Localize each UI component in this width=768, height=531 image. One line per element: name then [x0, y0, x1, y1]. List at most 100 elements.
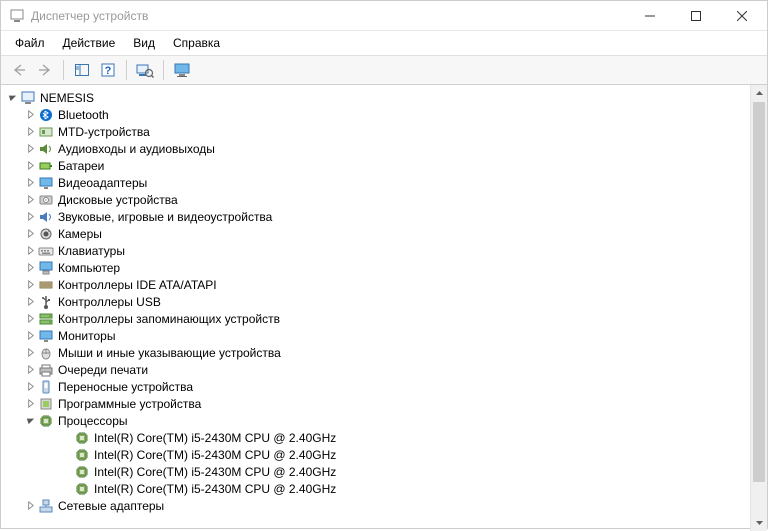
scan-hardware-button[interactable] [133, 59, 157, 81]
tree-device-cpu[interactable]: Intel(R) Core(TM) i5-2430M CPU @ 2.40GHz [3, 463, 750, 480]
tree-device-cpu[interactable]: Intel(R) Core(TM) i5-2430M CPU @ 2.40GHz [3, 429, 750, 446]
titlebar: Диспетчер устройств [1, 1, 767, 31]
cpu-icon [74, 481, 90, 497]
help-button[interactable]: ? [96, 59, 120, 81]
menubar: Файл Действие Вид Справка [1, 31, 767, 56]
menu-view[interactable]: Вид [125, 33, 163, 53]
expand-icon[interactable] [23, 176, 37, 190]
expand-icon[interactable] [23, 363, 37, 377]
storage-icon [38, 311, 54, 327]
tree-category-network[interactable]: Сетевые адаптеры [3, 497, 750, 514]
expand-icon[interactable] [23, 244, 37, 258]
scroll-down-button[interactable] [751, 514, 767, 531]
keyboard-icon [38, 243, 54, 259]
tree-item-label: Intel(R) Core(TM) i5-2430M CPU @ 2.40GHz [94, 482, 336, 496]
tree-item-label: Процессоры [58, 414, 128, 428]
menu-help[interactable]: Справка [165, 33, 228, 53]
tree-item-label: Bluetooth [58, 108, 109, 122]
camera-icon [38, 226, 54, 242]
battery-icon [38, 158, 54, 174]
expand-icon[interactable] [23, 499, 37, 513]
cpu-icon [74, 430, 90, 446]
tree-category-printer[interactable]: Очереди печати [3, 361, 750, 378]
tree-item-label: Intel(R) Core(TM) i5-2430M CPU @ 2.40GHz [94, 465, 336, 479]
tree-category-bluetooth[interactable]: Bluetooth [3, 106, 750, 123]
minimize-button[interactable] [627, 1, 673, 31]
tree-item-label: Контроллеры запоминающих устройств [58, 312, 280, 326]
tree-category-storage[interactable]: Контроллеры запоминающих устройств [3, 310, 750, 327]
menu-file[interactable]: Файл [7, 33, 53, 53]
expand-icon[interactable] [23, 397, 37, 411]
tree-category-keyboard[interactable]: Клавиатуры [3, 242, 750, 259]
tree-item-label: Мыши и иные указывающие устройства [58, 346, 281, 360]
tree-item-label: Клавиатуры [58, 244, 125, 258]
tree-category-mtd[interactable]: MTD-устройства [3, 123, 750, 140]
collapse-icon[interactable] [5, 91, 19, 105]
show-hide-tree-button[interactable] [70, 59, 94, 81]
monitor-icon [38, 328, 54, 344]
expand-icon[interactable] [23, 312, 37, 326]
svg-text:?: ? [105, 65, 112, 77]
tree-category-battery[interactable]: Батареи [3, 157, 750, 174]
expand-icon[interactable] [23, 329, 37, 343]
expand-icon[interactable] [23, 261, 37, 275]
tree-item-label: Батареи [58, 159, 104, 173]
tree-category-monitor[interactable]: Мониторы [3, 327, 750, 344]
tree-device-cpu[interactable]: Intel(R) Core(TM) i5-2430M CPU @ 2.40GHz [3, 446, 750, 463]
tree-category-ide[interactable]: Контроллеры IDE ATA/ATAPI [3, 276, 750, 293]
tree-item-label: Компьютер [58, 261, 120, 275]
device-tree[interactable]: NEMESIS BluetoothMTD-устройства Аудиовходы… [1, 85, 750, 531]
expand-icon[interactable] [23, 278, 37, 292]
expand-icon[interactable] [23, 142, 37, 156]
expand-icon[interactable] [23, 125, 37, 139]
expand-icon[interactable] [23, 346, 37, 360]
tree-category-sound[interactable]: Звуковые, игровые и видеоустройства [3, 208, 750, 225]
tree-item-label: Очереди печати [58, 363, 148, 377]
expand-icon[interactable] [23, 227, 37, 241]
monitor-button[interactable] [170, 59, 194, 81]
cpu-icon [38, 413, 54, 429]
menu-action[interactable]: Действие [55, 33, 124, 53]
cpu-icon [74, 464, 90, 480]
tree-device-cpu[interactable]: Intel(R) Core(TM) i5-2430M CPU @ 2.40GHz [3, 480, 750, 497]
tree-item-label: Intel(R) Core(TM) i5-2430M CPU @ 2.40GHz [94, 431, 336, 445]
tree-category-usb[interactable]: Контроллеры USB [3, 293, 750, 310]
tree-item-label: Переносные устройства [58, 380, 193, 394]
network-icon [38, 498, 54, 514]
tree-category-audio[interactable]: Аудиовходы и аудиовыходы [3, 140, 750, 157]
tree-item-label: Аудиовходы и аудиовыходы [58, 142, 215, 156]
scroll-up-button[interactable] [751, 85, 767, 102]
tree-item-label: Intel(R) Core(TM) i5-2430M CPU @ 2.40GHz [94, 448, 336, 462]
vertical-scrollbar[interactable] [750, 85, 767, 531]
expand-icon[interactable] [23, 193, 37, 207]
close-button[interactable] [719, 1, 765, 31]
tree-item-label: Видеоадаптеры [58, 176, 147, 190]
disk-icon [38, 192, 54, 208]
computer-icon [38, 260, 54, 276]
nav-back-button[interactable] [7, 59, 31, 81]
tree-category-computer[interactable]: Компьютер [3, 259, 750, 276]
tree-root[interactable]: NEMESIS [3, 89, 750, 106]
tree-category-camera[interactable]: Камеры [3, 225, 750, 242]
expand-icon[interactable] [23, 295, 37, 309]
bluetooth-icon [38, 107, 54, 123]
collapse-icon[interactable] [23, 414, 37, 428]
expand-icon[interactable] [23, 108, 37, 122]
tree-category-mouse[interactable]: Мыши и иные указывающие устройства [3, 344, 750, 361]
tree-item-label: Дисковые устройства [58, 193, 178, 207]
tree-category-display[interactable]: Видеоадаптеры [3, 174, 750, 191]
expand-icon[interactable] [23, 210, 37, 224]
app-icon [9, 8, 25, 24]
tree-category-software[interactable]: Программные устройства [3, 395, 750, 412]
cpu-icon [74, 447, 90, 463]
tree-category-portable[interactable]: Переносные устройства [3, 378, 750, 395]
tree-category-cpu[interactable]: Процессоры [3, 412, 750, 429]
expand-icon[interactable] [23, 380, 37, 394]
nav-forward-button[interactable] [33, 59, 57, 81]
expand-icon[interactable] [23, 159, 37, 173]
scroll-thumb[interactable] [753, 102, 765, 482]
maximize-button[interactable] [673, 1, 719, 31]
tree-category-disk[interactable]: Дисковые устройства [3, 191, 750, 208]
window-controls [627, 1, 765, 31]
tree-item-label: Контроллеры IDE ATA/ATAPI [58, 278, 217, 292]
